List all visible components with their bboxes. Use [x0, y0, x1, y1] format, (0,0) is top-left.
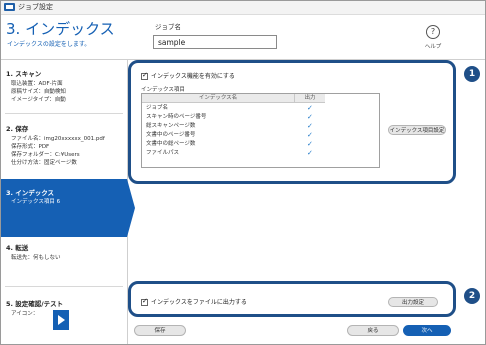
- step-confirm-title: 5. 設定確認/テスト: [6, 300, 64, 308]
- step-divider: [5, 286, 123, 287]
- output-file-label: インデックスをファイルに出力する: [151, 299, 247, 306]
- step-save-detail: 保存フォルダー：C:¥Users: [11, 152, 80, 158]
- job-name-label: ジョブ名: [155, 23, 181, 31]
- next-button[interactable]: 次へ: [403, 325, 451, 336]
- index-items-table: インデックス名 出力 ジョブ名 ✓ スキャン時のページ番号 ✓ 総スキャンページ…: [141, 93, 380, 168]
- step-scan-detail: イメージタイプ：自動: [11, 97, 66, 103]
- step-scan[interactable]: 1. スキャン 取込装置：ADF-片面 原稿サイズ：自動検知 イメージタイプ：自…: [1, 68, 127, 110]
- table-row[interactable]: スキャン時のページ番号 ✓: [142, 113, 379, 122]
- index-item-settings-button[interactable]: インデックス項目設定: [388, 125, 446, 135]
- index-name-cell: 文書中のページ番号: [146, 132, 196, 138]
- help-button[interactable]: ? ヘルプ: [418, 25, 448, 55]
- output-check-icon: ✓: [307, 140, 313, 148]
- step-save[interactable]: 2. 保存 ファイル名：img20xxxxxx_001.pdf 保存形式：PDF…: [1, 123, 127, 175]
- step-save-detail: ファイル名：img20xxxxxx_001.pdf: [11, 136, 105, 142]
- step-scan-detail: 原稿サイズ：自動検知: [11, 89, 66, 95]
- page-title: 3. インデックス: [6, 20, 115, 38]
- job-name-input[interactable]: [153, 35, 277, 49]
- callout-badge-2: 2: [464, 288, 480, 304]
- table-row[interactable]: 文書中のページ番号 ✓: [142, 131, 379, 140]
- output-file-checkbox-row[interactable]: インデックスをファイルに出力する: [141, 297, 247, 306]
- step-transfer[interactable]: 4. 転送 転送先：何もしない: [1, 242, 127, 282]
- step-transfer-title: 4. 転送: [6, 244, 29, 252]
- output-file-checkbox[interactable]: [141, 297, 148, 306]
- index-name-column-header: インデックス名: [142, 94, 295, 103]
- enable-index-checkbox[interactable]: [141, 71, 148, 80]
- step-index-title: 3. インデックス: [6, 189, 55, 197]
- index-items-label: インデックス項目: [141, 87, 185, 93]
- index-name-cell: ジョブ名: [146, 105, 169, 111]
- enable-index-checkbox-row[interactable]: インデックス機能を有効にする: [141, 71, 235, 80]
- back-button[interactable]: 戻る: [347, 325, 399, 336]
- table-row[interactable]: ジョブ名 ✓: [142, 104, 379, 113]
- enable-index-label: インデックス機能を有効にする: [151, 73, 235, 80]
- job-play-icon: [53, 310, 69, 330]
- step-index[interactable]: 3. インデックス インデックス項目 6: [1, 179, 135, 237]
- help-icon: ?: [426, 25, 440, 39]
- step-index-detail: インデックス項目 6: [11, 199, 61, 205]
- table-row[interactable]: 総スキャンページ数 ✓: [142, 122, 379, 131]
- step-sidebar: 1. スキャン 取込装置：ADF-片面 原稿サイズ：自動検知 イメージタイプ：自…: [1, 60, 135, 344]
- job-settings-window: ジョブ設定 3. インデックス インデックスの設定をします。 ジョブ名 ? ヘル…: [0, 0, 486, 345]
- step-divider: [5, 113, 123, 114]
- output-settings-button[interactable]: 出力設定: [388, 297, 438, 307]
- output-column-header: 出力: [295, 94, 325, 103]
- callout-badge-1: 1: [464, 66, 480, 82]
- index-name-cell: スキャン時のページ番号: [146, 114, 207, 120]
- step-save-detail: 仕分け方法：固定ページ数: [11, 160, 77, 166]
- window-title: ジョブ設定: [18, 3, 53, 11]
- output-check-icon: ✓: [307, 122, 313, 130]
- index-name-cell: 文書中の総ページ数: [146, 141, 196, 147]
- active-step-arrow: [127, 179, 135, 237]
- output-check-icon: ✓: [307, 104, 313, 112]
- app-icon: [4, 3, 15, 11]
- step-confirm-test[interactable]: 5. 設定確認/テスト アイコン：: [1, 298, 127, 342]
- step-transfer-detail: 転送先：何もしない: [11, 255, 61, 261]
- table-row[interactable]: ファイルパス ✓: [142, 149, 379, 158]
- save-button[interactable]: 保存: [134, 325, 186, 336]
- index-name-cell: ファイルパス: [146, 150, 180, 156]
- output-check-icon: ✓: [307, 113, 313, 121]
- step-save-title: 2. 保存: [6, 125, 29, 133]
- step-save-detail: 保存形式：PDF: [11, 144, 50, 150]
- title-bar: ジョブ設定: [1, 1, 485, 15]
- table-row[interactable]: 文書中の総ページ数 ✓: [142, 140, 379, 149]
- help-label: ヘルプ: [424, 44, 442, 50]
- index-name-cell: 総スキャンページ数: [146, 123, 196, 129]
- output-check-icon: ✓: [307, 131, 313, 139]
- step-scan-detail: 取込装置：ADF-片面: [11, 81, 63, 87]
- step-scan-title: 1. スキャン: [6, 70, 42, 78]
- output-check-icon: ✓: [307, 149, 313, 157]
- step-confirm-detail: アイコン：: [11, 311, 39, 317]
- page-subtitle: インデックスの設定をします。: [7, 41, 91, 48]
